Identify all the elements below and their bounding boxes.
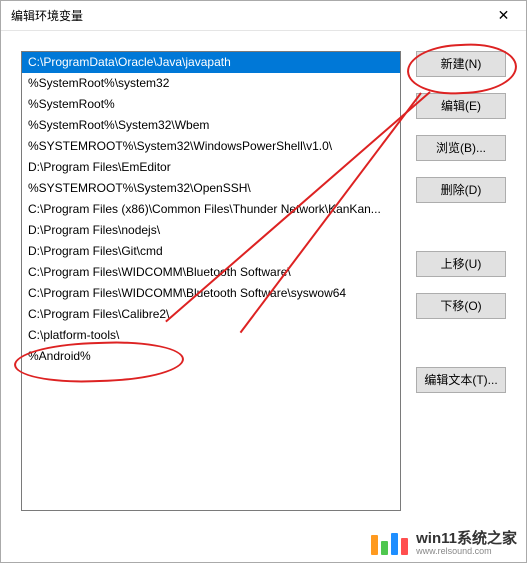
- list-item[interactable]: C:\Program Files\WIDCOMM\Bluetooth Softw…: [22, 283, 400, 304]
- list-item[interactable]: %SYSTEMROOT%\System32\WindowsPowerShell\…: [22, 136, 400, 157]
- list-item[interactable]: %SYSTEMROOT%\System32\OpenSSH\: [22, 178, 400, 199]
- close-button[interactable]: ✕: [481, 1, 526, 31]
- list-item[interactable]: D:\Program Files\nodejs\: [22, 220, 400, 241]
- list-item[interactable]: C:\platform-tools\: [22, 325, 400, 346]
- close-icon: ✕: [498, 7, 510, 24]
- watermark-logo-icon: [371, 533, 408, 555]
- watermark-main: win11系统之家: [416, 531, 517, 548]
- list-item[interactable]: %SystemRoot%\System32\Wbem: [22, 115, 400, 136]
- watermark-sub: www.relsound.com: [416, 547, 517, 557]
- list-item[interactable]: C:\ProgramData\Oracle\Java\javapath: [22, 52, 400, 73]
- watermark-text: win11系统之家 www.relsound.com: [416, 531, 517, 557]
- list-item[interactable]: D:\Program Files\Git\cmd: [22, 241, 400, 262]
- list-item[interactable]: %SystemRoot%\system32: [22, 73, 400, 94]
- dialog-window: 编辑环境变量 ✕ C:\ProgramData\Oracle\Java\java…: [0, 0, 527, 563]
- list-item[interactable]: C:\Program Files\WIDCOMM\Bluetooth Softw…: [22, 262, 400, 283]
- edit-button[interactable]: 编辑(E): [416, 93, 506, 119]
- move-down-button[interactable]: 下移(O): [416, 293, 506, 319]
- list-item[interactable]: %Android%: [22, 346, 400, 367]
- new-button[interactable]: 新建(N): [416, 51, 506, 77]
- path-listbox[interactable]: C:\ProgramData\Oracle\Java\javapath %Sys…: [21, 51, 401, 511]
- browse-button[interactable]: 浏览(B)...: [416, 135, 506, 161]
- delete-button[interactable]: 删除(D): [416, 177, 506, 203]
- button-column: 新建(N) 编辑(E) 浏览(B)... 删除(D) 上移(U) 下移(O) 编…: [416, 51, 506, 552]
- list-item[interactable]: C:\Program Files (x86)\Common Files\Thun…: [22, 199, 400, 220]
- list-item[interactable]: C:\Program Files\Calibre2\: [22, 304, 400, 325]
- move-up-button[interactable]: 上移(U): [416, 251, 506, 277]
- watermark: win11系统之家 www.relsound.com: [371, 531, 517, 557]
- titlebar: 编辑环境变量 ✕: [1, 1, 526, 31]
- list-item[interactable]: %SystemRoot%: [22, 94, 400, 115]
- list-item[interactable]: D:\Program Files\EmEditor: [22, 157, 400, 178]
- window-title: 编辑环境变量: [11, 7, 83, 24]
- edit-text-button[interactable]: 编辑文本(T)...: [416, 367, 506, 393]
- dialog-content: C:\ProgramData\Oracle\Java\javapath %Sys…: [1, 31, 526, 562]
